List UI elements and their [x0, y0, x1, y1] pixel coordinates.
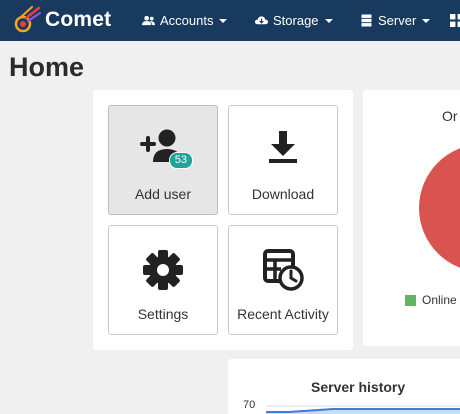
grid-icon — [450, 14, 460, 27]
offline-slice — [419, 148, 460, 268]
online-status-title: Or — [442, 108, 458, 124]
quick-actions-panel: 53 Add user Download Settings Recent Act… — [93, 90, 353, 350]
nav-storage[interactable]: Storage — [255, 0, 333, 41]
online-legend-swatch — [405, 295, 416, 306]
nav-server-label: Server — [378, 13, 417, 28]
page-title: Home — [9, 52, 85, 82]
chevron-down-icon — [422, 18, 431, 23]
gear-icon-wrap — [133, 248, 193, 292]
chevron-down-icon — [219, 18, 228, 23]
table-clock-icon — [263, 249, 304, 291]
online-legend-label: Online — [422, 293, 457, 307]
download-button[interactable]: Download — [228, 105, 338, 215]
add-user-label: Add user — [134, 186, 192, 202]
server-history-chart — [266, 405, 460, 414]
server-history-card: Server history 70 — [228, 359, 460, 414]
nav-overflow[interactable] — [450, 0, 460, 41]
server-icon — [361, 14, 372, 27]
nav-storage-label: Storage — [273, 13, 319, 28]
cloud-icon — [255, 16, 268, 25]
brand-logo[interactable]: Comet — [12, 6, 111, 34]
brand-name: Comet — [45, 8, 112, 31]
nav-accounts-label: Accounts — [160, 13, 214, 28]
recent-activity-label: Recent Activity — [237, 306, 329, 322]
users-icon — [142, 15, 155, 26]
activity-icon-wrap — [253, 248, 313, 292]
settings-button[interactable]: Settings — [108, 225, 218, 335]
add-user-icon-wrap: 53 — [133, 128, 193, 172]
download-label: Download — [251, 186, 315, 202]
download-icon-wrap — [253, 128, 313, 172]
user-count-badge: 53 — [168, 152, 193, 169]
online-status-card: Or Online — [363, 90, 460, 346]
top-navbar: Comet Accounts Storage Server — [0, 0, 460, 41]
nav-accounts[interactable]: Accounts — [142, 0, 228, 41]
nav-server[interactable]: Server — [360, 0, 431, 41]
status-donut-chart — [419, 148, 460, 268]
gear-icon — [143, 250, 183, 290]
add-user-button[interactable]: 53 Add user — [108, 105, 218, 215]
recent-activity-button[interactable]: Recent Activity — [228, 225, 338, 335]
settings-label: Settings — [137, 306, 189, 322]
chevron-down-icon — [324, 18, 333, 23]
comet-icon — [14, 6, 42, 33]
download-icon — [269, 131, 297, 163]
